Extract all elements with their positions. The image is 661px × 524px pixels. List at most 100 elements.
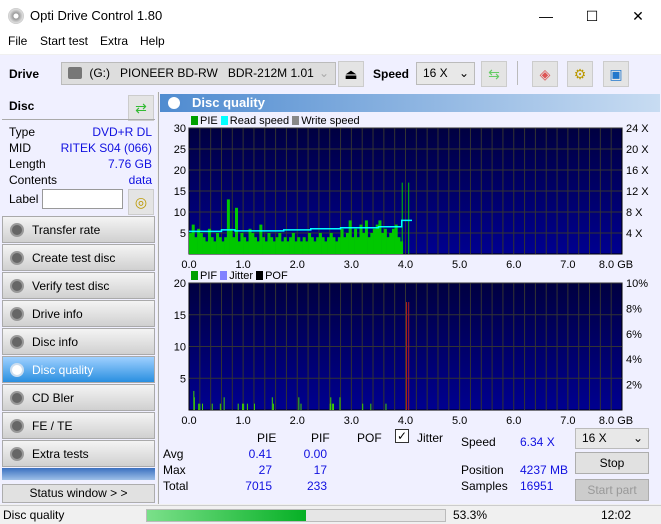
pie-bar: [364, 220, 368, 254]
pie-bar: [332, 237, 336, 254]
drive-select[interactable]: (G:) PIONEER BD-RW BDR-212M 1.01 ⌄: [61, 62, 336, 85]
x-tick-label: 3.0: [344, 415, 359, 425]
minimize-button[interactable]: —: [523, 0, 569, 32]
pie-bar: [199, 233, 203, 254]
pie-bar: [378, 220, 382, 254]
pif-bar: [246, 403, 248, 410]
pie-bar: [367, 237, 371, 254]
pif-spike: [408, 302, 410, 410]
pie-bar: [232, 237, 236, 254]
y-tick-label: 20: [174, 278, 186, 290]
pie-bar: [248, 228, 252, 254]
pie-bar: [318, 233, 322, 254]
pie-bar: [324, 241, 328, 254]
pie-bar: [329, 233, 333, 254]
menu-extra[interactable]: Extra: [100, 34, 128, 48]
pie-bar: [272, 241, 276, 254]
pif-bar: [300, 403, 302, 410]
info-key: Type: [9, 125, 36, 139]
nav-item-create-test-disc[interactable]: Create test disc: [2, 244, 155, 271]
pif-bar: [298, 397, 300, 410]
test-speed-select[interactable]: 16 X ⌄: [575, 428, 649, 449]
pif-spike: [406, 302, 408, 410]
pie-bar: [337, 237, 341, 254]
nav-item-label: Create test disc: [32, 251, 116, 265]
pie-bar: [251, 233, 255, 254]
settings-button[interactable]: ⚙: [567, 61, 593, 87]
status-text: Disc quality: [3, 508, 65, 522]
info-contents: Contents data: [9, 173, 152, 189]
start-part-button[interactable]: Start part: [575, 479, 649, 501]
menu-help[interactable]: Help: [140, 34, 165, 48]
pif-bar: [385, 403, 387, 410]
pie-bar: [237, 241, 241, 254]
pie-bar: [218, 237, 222, 254]
y-tick-label: 25: [174, 144, 186, 156]
y2-tick-label: 4 X: [626, 228, 643, 240]
y-tick-label: 10: [174, 342, 186, 354]
x-tick-label: 2.0: [290, 259, 305, 270]
x-tick-label: 8.0 GB: [599, 415, 633, 425]
nav-item-fe-te[interactable]: FE / TE: [2, 412, 155, 439]
menu-file[interactable]: File: [8, 34, 27, 48]
pie-bar: [267, 233, 271, 254]
pie-bar: [299, 241, 303, 254]
y2-tick-label: 10%: [626, 278, 648, 290]
x-tick-label: 0.0: [181, 259, 196, 270]
disc-refresh-button[interactable]: ⇄: [128, 95, 154, 121]
eject-button[interactable]: ⏏: [338, 61, 364, 87]
y-tick-label: 5: [180, 228, 186, 240]
pie-bar: [340, 228, 344, 254]
menu-start-test[interactable]: Start test: [40, 34, 88, 48]
col-pof: POF: [357, 431, 382, 445]
pie-bar: [226, 199, 230, 254]
speed-select[interactable]: 16 X ⌄: [416, 62, 475, 85]
erase-button[interactable]: ◈: [532, 61, 558, 87]
pie-bar: [253, 237, 257, 254]
pie-bar: [356, 237, 360, 254]
nav-item-drive-info[interactable]: Drive info: [2, 300, 155, 327]
nav-item-disc-info[interactable]: Disc info: [2, 328, 155, 355]
close-button[interactable]: ✕: [615, 0, 661, 32]
label-disc-button[interactable]: ◎: [128, 189, 154, 215]
pie-bar: [308, 233, 312, 254]
stat-pif: 233: [306, 479, 327, 493]
maximize-button[interactable]: ☐: [569, 0, 615, 32]
stop-button[interactable]: Stop: [575, 452, 649, 474]
pif-bar: [219, 403, 221, 410]
y2-tick-label: 16 X: [626, 165, 649, 177]
nav-item-cd-bler[interactable]: CD Bler: [2, 384, 155, 411]
y2-tick-label: 8 X: [626, 207, 643, 219]
nav-item-verify-test-disc[interactable]: Verify test disc: [2, 272, 155, 299]
nav-item-disc-quality[interactable]: Disc quality: [2, 356, 155, 383]
pie-bar: [281, 241, 285, 254]
eraser-icon: ◈: [539, 66, 551, 82]
pie-spike: [408, 182, 410, 254]
save-button[interactable]: ▣: [603, 61, 629, 87]
info-type: Type DVD+R DL: [9, 125, 152, 141]
pie-bar: [397, 237, 401, 254]
pie-bar: [348, 220, 352, 254]
label-label: Label: [9, 192, 39, 206]
stat-pie: 27: [258, 463, 272, 477]
info-value: 7.76 GB: [107, 157, 152, 171]
pie-bar: [202, 237, 206, 254]
jitter-checkbox[interactable]: ✓: [395, 429, 409, 443]
refresh-speed-button[interactable]: ⇆: [481, 61, 507, 87]
position-value: 4237 MB: [520, 463, 569, 477]
pie-bar: [194, 237, 198, 254]
nav-item-label: Drive info: [32, 307, 83, 321]
chevron-down-icon: ⌄: [318, 66, 329, 80]
stat-pif: 0.00: [303, 447, 327, 461]
pie-bar: [256, 241, 260, 254]
y2-tick-label: 8%: [626, 303, 642, 315]
status-window-button[interactable]: Status window > >: [2, 484, 155, 503]
label-input[interactable]: [42, 189, 123, 209]
disc-header: Disc: [9, 99, 35, 113]
x-tick-label: 6.0: [506, 259, 521, 270]
pif-bar: [331, 403, 333, 410]
nav-item-extra-tests[interactable]: Extra tests: [2, 440, 155, 467]
stat-pif: 17: [313, 463, 327, 477]
nav-item-transfer-rate[interactable]: Transfer rate: [2, 216, 155, 243]
stat-row-label: Max: [163, 463, 186, 477]
